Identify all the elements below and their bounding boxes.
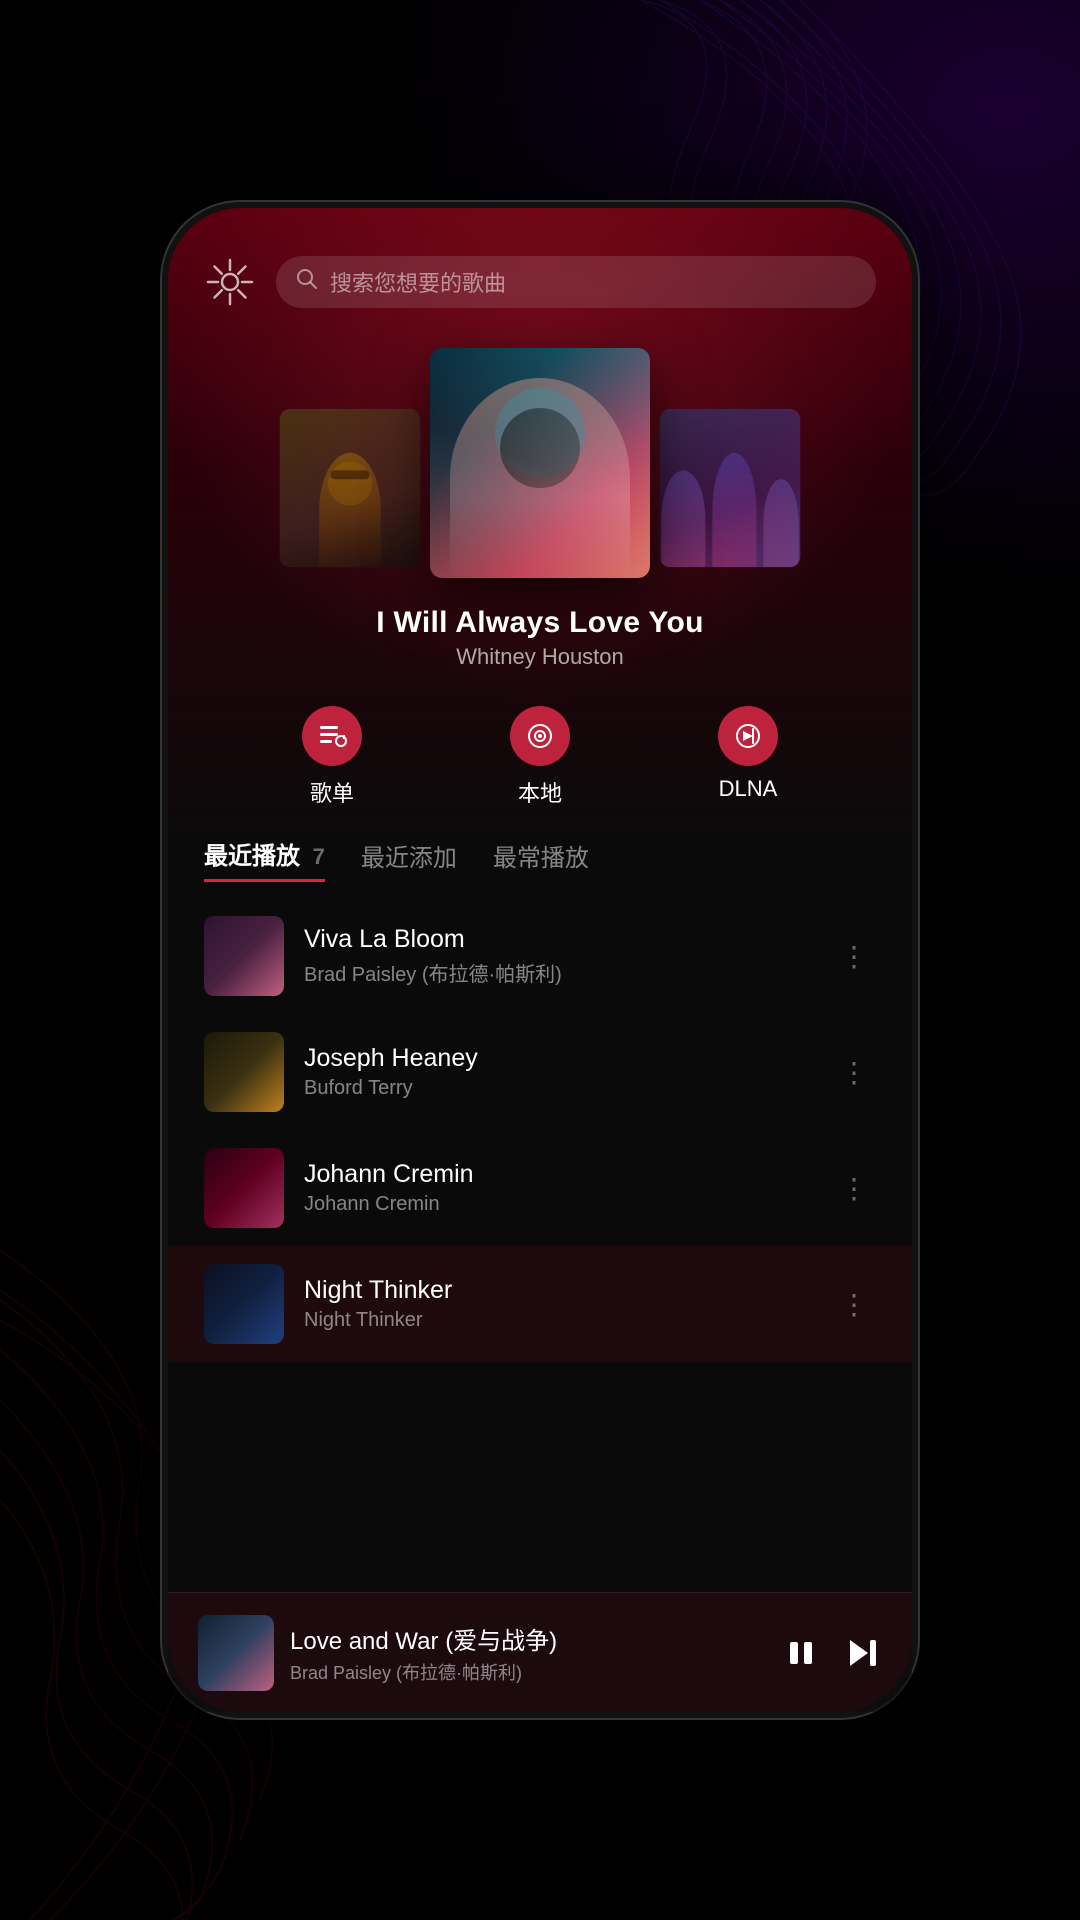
phone-screen: 搜索您想要的歌曲 — [168, 208, 912, 1712]
search-placeholder: 搜索您想要的歌曲 — [330, 266, 506, 298]
more-button-3[interactable]: ⋮ — [832, 1164, 876, 1213]
now-playing-bar-title: Love and War (爱与战争) — [290, 1621, 766, 1656]
filter-tab-added[interactable]: 最近添加 — [361, 838, 457, 881]
search-icon — [296, 268, 318, 296]
filter-tab-frequent[interactable]: 最常播放 — [493, 838, 589, 881]
song-thumb-3 — [204, 1148, 284, 1228]
song-item-2[interactable]: Joseph Heaney Buford Terry ⋮ — [168, 1014, 912, 1130]
category-local[interactable]: 本地 — [510, 706, 570, 808]
album-carousel — [168, 328, 912, 594]
song-info-3: Johann Cremin Johann Cremin — [304, 1160, 812, 1216]
content-scroll[interactable]: 搜索您想要的歌曲 — [168, 208, 912, 1712]
now-playing-bar-artist: Brad Paisley (布拉德·帕斯利) — [290, 1659, 766, 1685]
song-title-1: Viva La Bloom — [304, 925, 812, 954]
search-bar[interactable]: 搜索您想要的歌曲 — [276, 256, 876, 308]
song-title-2: Joseph Heaney — [304, 1044, 812, 1073]
category-playlist[interactable]: 歌单 — [302, 706, 362, 808]
song-artist-2: Buford Terry — [304, 1077, 812, 1100]
phone-frame: 搜索您想要的歌曲 — [160, 200, 920, 1720]
category-dlna[interactable]: DLNA — [718, 706, 778, 808]
more-button-1[interactable]: ⋮ — [832, 932, 876, 981]
song-artist: Whitney Houston — [168, 644, 912, 670]
header: 搜索您想要的歌曲 — [168, 208, 912, 328]
song-title-4: Night Thinker — [304, 1276, 812, 1305]
more-button-2[interactable]: ⋮ — [832, 1048, 876, 1097]
carousel-item-left[interactable] — [280, 409, 421, 567]
song-info-1: Viva La Bloom Brad Paisley (布拉德·帕斯利) — [304, 925, 812, 987]
now-playing-thumb — [198, 1615, 274, 1691]
next-button[interactable] — [844, 1634, 882, 1672]
song-thumb-4 — [204, 1264, 284, 1344]
song-thumb-2 — [204, 1032, 284, 1112]
carousel-item-right[interactable] — [660, 409, 801, 567]
now-playing-info: I Will Always Love You Whitney Houston — [168, 594, 912, 678]
song-info-2: Joseph Heaney Buford Terry — [304, 1044, 812, 1100]
song-list: Viva La Bloom Brad Paisley (布拉德·帕斯利) ⋮ J… — [168, 898, 912, 1502]
category-tabs: 歌单 本地 — [168, 678, 912, 828]
song-artist-3: Johann Cremin — [304, 1193, 812, 1216]
filter-tab-recent[interactable]: 最近播放 7 — [204, 836, 325, 882]
song-item-4[interactable]: Night Thinker Night Thinker ⋮ — [168, 1246, 912, 1362]
song-artist-4: Night Thinker — [304, 1309, 812, 1332]
filter-tabs: 最近播放 7 最近添加 最常播放 — [168, 828, 912, 898]
song-info-4: Night Thinker Night Thinker — [304, 1276, 812, 1332]
now-playing-bar: Love and War (爱与战争) Brad Paisley (布拉德·帕斯… — [168, 1592, 912, 1712]
song-title-3: Johann Cremin — [304, 1160, 812, 1189]
pause-button[interactable] — [782, 1634, 820, 1672]
category-local-label: 本地 — [518, 776, 562, 808]
category-dlna-label: DLNA — [719, 776, 778, 802]
local-icon — [510, 706, 570, 766]
song-item-1[interactable]: Viva La Bloom Brad Paisley (布拉德·帕斯利) ⋮ — [168, 898, 912, 1014]
settings-button[interactable] — [204, 256, 256, 308]
song-thumb-1 — [204, 916, 284, 996]
playlist-icon — [302, 706, 362, 766]
now-playing-bar-info: Love and War (爱与战争) Brad Paisley (布拉德·帕斯… — [290, 1621, 766, 1685]
song-title: I Will Always Love You — [168, 606, 912, 640]
song-artist-1: Brad Paisley (布拉德·帕斯利) — [304, 958, 812, 987]
playback-controls — [782, 1634, 882, 1672]
dlna-icon — [718, 706, 778, 766]
more-button-4[interactable]: ⋮ — [832, 1280, 876, 1329]
song-item-3[interactable]: Johann Cremin Johann Cremin ⋮ — [168, 1130, 912, 1246]
category-playlist-label: 歌单 — [310, 776, 354, 808]
carousel-item-center[interactable] — [430, 348, 650, 578]
